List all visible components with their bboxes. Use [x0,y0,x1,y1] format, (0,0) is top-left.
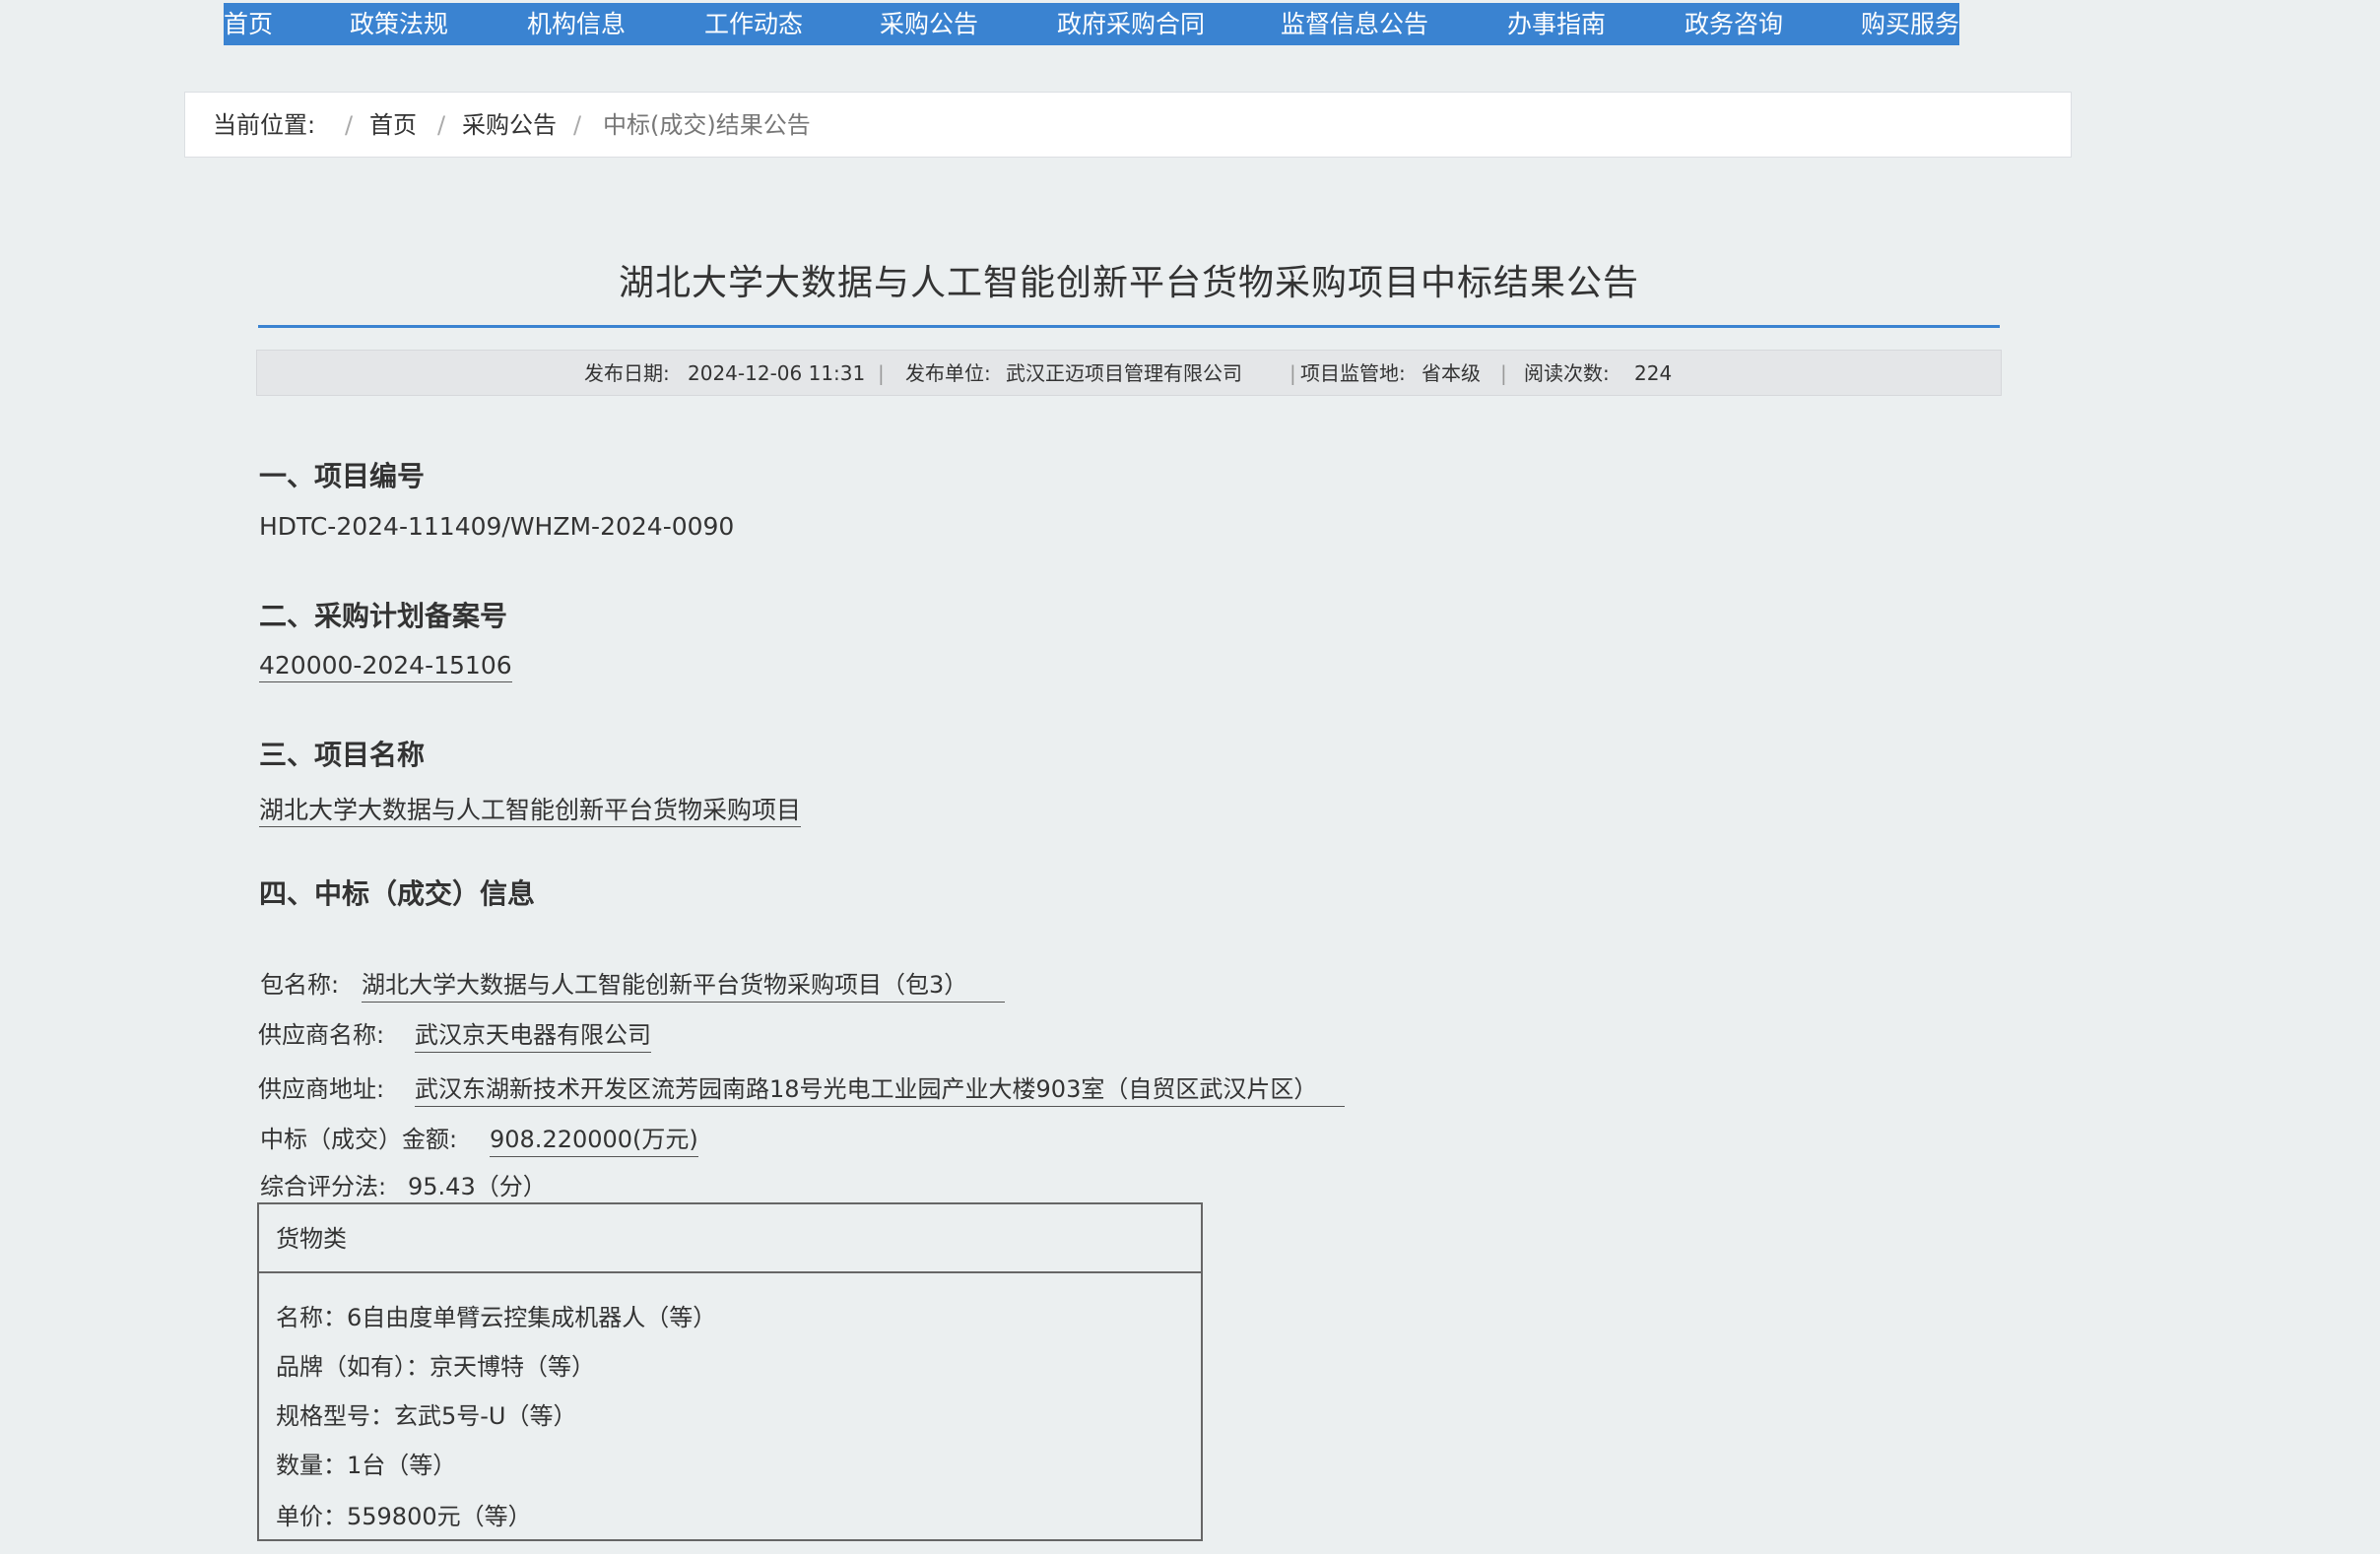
section-heading-project-number: 一、项目编号 [259,460,426,492]
goods-unit-price: 单价：559800元（等） [276,1503,532,1530]
supplier-value: 武汉京天电器有限公司 [415,1015,651,1053]
nav-item-home[interactable]: 首页 [224,3,273,45]
page-title: 湖北大学大数据与人工智能创新平台货物采购项目中标结果公告 [618,263,1639,303]
nav-item-agency[interactable]: 机构信息 [527,3,626,45]
section-heading-award-info: 四、中标（成交）信息 [259,877,536,910]
top-nav: 首页 政策法规 机构信息 工作动态 采购公告 政府采购合同 监督信息公告 办事指… [224,3,1959,45]
publish-date-label: 发布日期: [584,361,670,385]
nav-item-guide[interactable]: 办事指南 [1507,3,1606,45]
breadcrumb-label: 当前位置: [213,111,316,139]
publish-date: 2024-12-06 11:31 [688,361,866,385]
goods-table-heading: 货物类 [259,1204,1201,1273]
meta-divider: | [1500,361,1507,385]
address-label: 供应商地址: [258,1075,385,1103]
score-value: 95.43（分） [408,1167,572,1204]
package-label: 包名称: [260,971,340,999]
breadcrumb-current: 中标(成交)结果公告 [603,111,811,139]
nav-item-news[interactable]: 工作动态 [704,3,803,45]
publisher: 武汉正迈项目管理有限公司 [1006,361,1242,385]
breadcrumb-procurement-link[interactable]: 采购公告 [462,93,557,159]
goods-model: 规格型号：玄武5号-U（等） [276,1402,577,1430]
goods-brand: 品牌（如有）：京天博特（等） [276,1353,595,1381]
breadcrumb-home-link[interactable]: 首页 [369,93,417,159]
score-label: 综合评分法: [260,1173,387,1200]
nav-item-procurement[interactable]: 采购公告 [880,3,978,45]
nav-item-contracts[interactable]: 政府采购合同 [1057,3,1205,45]
article-meta-bar: 发布日期: 2024-12-06 11:31 | 发布单位: 武汉正迈项目管理有… [256,350,2002,396]
publisher-label: 发布单位: [905,361,991,385]
project-name-link[interactable]: 湖北大学大数据与人工智能创新平台货物采购项目 [259,796,802,827]
nav-item-supervision[interactable]: 监督信息公告 [1281,3,1428,45]
breadcrumb: 当前位置: / 首页 / 采购公告 / 中标(成交)结果公告 [184,92,2072,158]
package-value: 湖北大学大数据与人工智能创新平台货物采购项目（包3） [362,965,1006,1003]
goods-table: 货物类 名称：6自由度单臂云控集成机器人（等） 品牌（如有）：京天博特（等） 规… [257,1202,1203,1541]
section-heading-plan-number: 二、采购计划备案号 [259,600,508,632]
nav-item-policy[interactable]: 政策法规 [350,3,448,45]
goods-name: 名称：6自由度单臂云控集成机器人（等） [276,1304,717,1331]
meta-divider: | [1289,361,1296,385]
views-count: 224 [1634,361,1673,385]
breadcrumb-separator: / [345,111,354,139]
project-number: HDTC-2024-111409/WHZM-2024-0090 [259,512,735,541]
supplier-label: 供应商名称: [258,1021,385,1049]
goods-quantity: 数量：1台（等） [276,1452,457,1479]
supervision: 省本级 [1421,361,1481,385]
plan-number-link[interactable]: 420000-2024-15106 [259,651,512,682]
meta-divider: | [878,361,885,385]
section-heading-project-name: 三、项目名称 [259,739,426,771]
amount-label: 中标（成交）金额: [260,1126,458,1153]
address-value: 武汉东湖新技术开发区流芳园南路18号光电工业园产业大楼903室（自贸区武汉片区） [415,1069,1346,1107]
supervision-label: 项目监管地: [1300,361,1406,385]
nav-item-services[interactable]: 购买服务 [1861,3,1959,45]
title-divider [258,325,2000,328]
views-label: 阅读次数: [1524,361,1610,385]
nav-item-consult[interactable]: 政务咨询 [1685,3,1783,45]
breadcrumb-separator: / [437,111,446,139]
amount-value: 908.220000(万元) [490,1120,698,1157]
breadcrumb-separator: / [573,111,582,139]
